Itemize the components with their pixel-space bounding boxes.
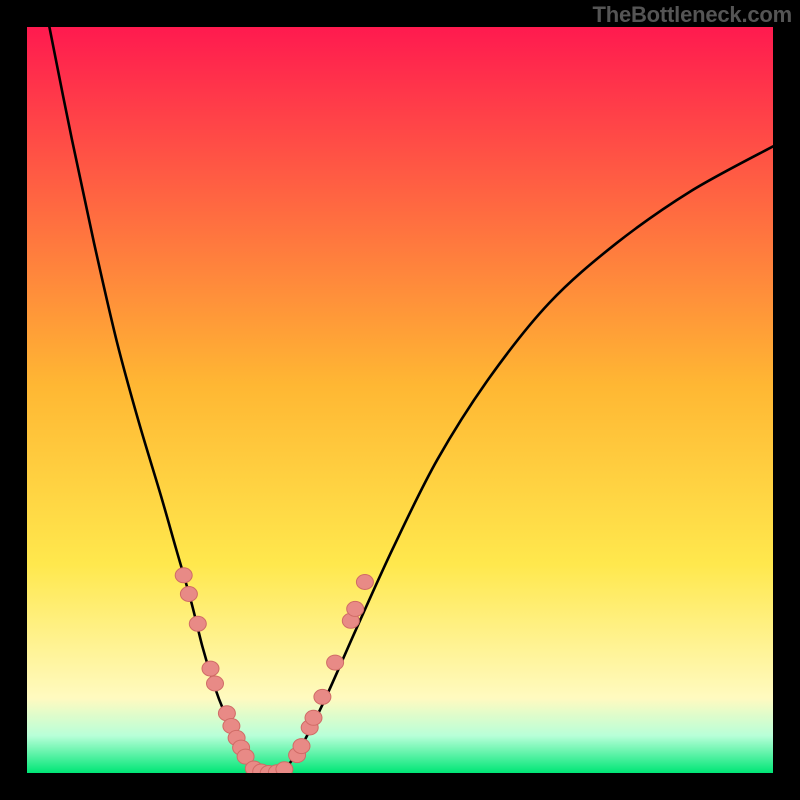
data-dot bbox=[180, 587, 197, 602]
data-dot bbox=[175, 568, 192, 583]
data-dot bbox=[207, 676, 224, 691]
attribution-label: TheBottleneck.com bbox=[592, 2, 792, 28]
data-dot bbox=[189, 616, 206, 631]
data-dot bbox=[276, 762, 293, 773]
chart-frame: TheBottleneck.com bbox=[0, 0, 800, 800]
data-dot bbox=[347, 601, 364, 616]
data-dot bbox=[305, 710, 322, 725]
data-dot bbox=[293, 739, 310, 754]
gradient-background bbox=[27, 27, 773, 773]
data-dot bbox=[327, 655, 344, 670]
data-dot bbox=[202, 661, 219, 676]
data-dot bbox=[356, 575, 373, 590]
bottleneck-chart bbox=[27, 27, 773, 773]
data-dot bbox=[314, 689, 331, 704]
plot-area bbox=[27, 27, 773, 773]
